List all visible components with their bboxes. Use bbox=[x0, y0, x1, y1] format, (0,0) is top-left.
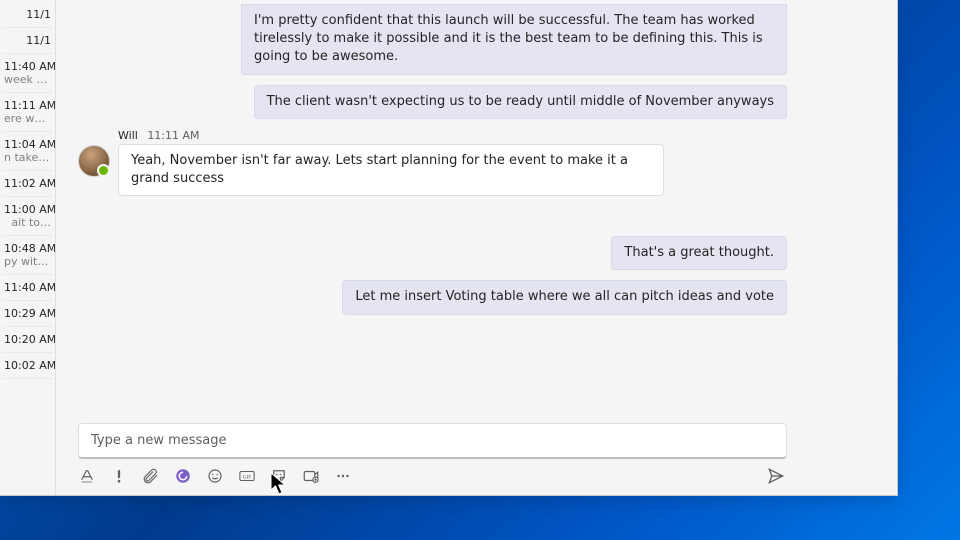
video-clip-icon[interactable] bbox=[302, 467, 320, 485]
chat-list[interactable]: 11/1 11/1 11:40 AM week to… 11:11 AM ere… bbox=[0, 0, 56, 495]
sticker-icon[interactable] bbox=[270, 467, 288, 485]
chat-list-item[interactable]: 11:11 AM ere we … bbox=[2, 93, 53, 132]
chat-list-item[interactable]: 10:20 AM bbox=[2, 327, 53, 353]
compose-input[interactable]: Type a new message bbox=[78, 423, 787, 459]
message-bubble[interactable]: The client wasn't expecting us to be rea… bbox=[254, 85, 787, 119]
chat-list-item[interactable]: 10:02 AM bbox=[2, 353, 53, 379]
teams-window: 11/1 11/1 11:40 AM week to… 11:11 AM ere… bbox=[0, 0, 898, 496]
format-icon[interactable] bbox=[78, 467, 96, 485]
message-row-outgoing: I'm pretty confident that this launch wi… bbox=[198, 4, 787, 75]
chat-list-item[interactable]: 11:04 AM n take t… bbox=[2, 132, 53, 171]
chat-item-preview: n take t… bbox=[4, 151, 51, 164]
compose-toolbar: GIF bbox=[78, 465, 787, 487]
chat-item-time: 10:29 AM bbox=[4, 307, 51, 320]
chat-item-preview: week to… bbox=[4, 73, 51, 86]
message-row-outgoing: That's a great thought. bbox=[78, 236, 787, 270]
chat-item-preview: ere we … bbox=[4, 112, 51, 125]
message-bubble[interactable]: That's a great thought. bbox=[611, 236, 787, 270]
chat-item-time: 11:00 AM bbox=[4, 203, 51, 216]
message-row-outgoing: The client wasn't expecting us to be rea… bbox=[78, 85, 787, 119]
gif-icon[interactable]: GIF bbox=[238, 467, 256, 485]
chat-item-preview: py with… bbox=[4, 255, 51, 268]
chat-list-item[interactable]: 11:00 AM ait to… bbox=[2, 197, 53, 236]
loop-icon[interactable] bbox=[174, 467, 192, 485]
message-text: That's a great thought. bbox=[624, 245, 774, 260]
sender-name: Will bbox=[118, 129, 138, 142]
chat-panel: I'm pretty confident that this launch wi… bbox=[56, 0, 897, 495]
chat-list-item[interactable]: 11:40 AM bbox=[2, 275, 53, 301]
message-list[interactable]: I'm pretty confident that this launch wi… bbox=[56, 0, 897, 419]
presence-available-icon bbox=[97, 164, 110, 177]
chat-list-item[interactable]: 10:48 AM py with… bbox=[2, 236, 53, 275]
message-text: Let me insert Voting table where we all … bbox=[355, 289, 774, 304]
chat-item-time: 11:04 AM bbox=[4, 138, 51, 151]
compose-placeholder: Type a new message bbox=[91, 433, 227, 448]
chat-item-time: 11/1 bbox=[4, 8, 51, 21]
chat-list-item[interactable]: 11:02 AM bbox=[2, 171, 53, 197]
priority-icon[interactable] bbox=[110, 467, 128, 485]
composer: Type a new message bbox=[78, 423, 787, 459]
chat-item-preview: ait to… bbox=[4, 216, 51, 229]
chat-list-item[interactable]: 10:29 AM bbox=[2, 301, 53, 327]
chat-item-time: 11:02 AM bbox=[4, 177, 51, 190]
chat-list-item[interactable]: 11:40 AM week to… bbox=[2, 54, 53, 93]
avatar[interactable] bbox=[78, 145, 108, 175]
chat-item-time: 11:11 AM bbox=[4, 99, 51, 112]
chat-item-time: 11:40 AM bbox=[4, 60, 51, 73]
message-row-outgoing: Let me insert Voting table where we all … bbox=[78, 280, 787, 314]
emoji-icon[interactable] bbox=[206, 467, 224, 485]
spacer bbox=[78, 206, 787, 226]
message-bubble[interactable]: I'm pretty confident that this launch wi… bbox=[241, 4, 787, 75]
chat-list-item[interactable]: 11/1 bbox=[2, 28, 53, 54]
chat-item-time: 11:40 AM bbox=[4, 281, 51, 294]
chat-item-time: 10:02 AM bbox=[4, 359, 51, 372]
send-button[interactable] bbox=[765, 465, 787, 487]
message-text: The client wasn't expecting us to be rea… bbox=[267, 94, 774, 109]
message-text: Yeah, November isn't far away. Lets star… bbox=[131, 153, 628, 186]
message-row-incoming: Will 11:11 AM Yeah, November isn't far a… bbox=[78, 129, 787, 196]
chat-item-time: 10:20 AM bbox=[4, 333, 51, 346]
chat-item-time: 10:48 AM bbox=[4, 242, 51, 255]
more-icon[interactable] bbox=[334, 467, 352, 485]
attach-icon[interactable] bbox=[142, 467, 160, 485]
chat-list-item[interactable]: 11/1 bbox=[2, 2, 53, 28]
message-bubble[interactable]: Yeah, November isn't far away. Lets star… bbox=[118, 144, 664, 196]
message-time: 11:11 AM bbox=[147, 129, 199, 142]
message-text: I'm pretty confident that this launch wi… bbox=[254, 13, 763, 64]
message-bubble[interactable]: Let me insert Voting table where we all … bbox=[342, 280, 787, 314]
svg-text:GIF: GIF bbox=[243, 475, 252, 481]
chat-item-time: 11/1 bbox=[4, 34, 51, 47]
